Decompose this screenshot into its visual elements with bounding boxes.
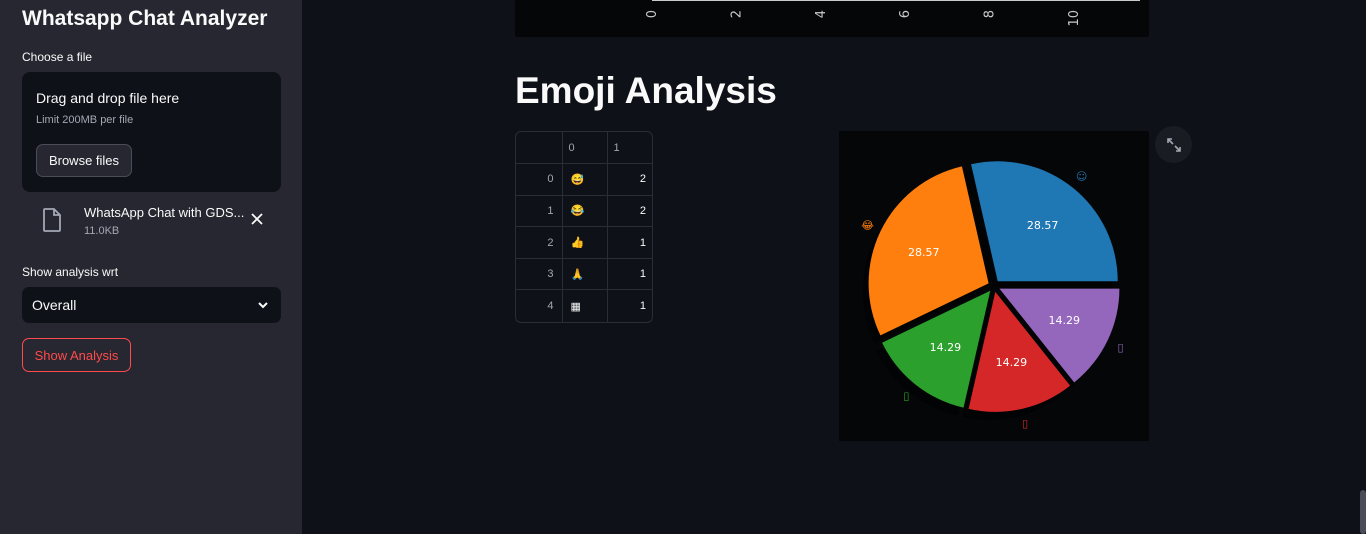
slice-value-label: 28.57: [1027, 219, 1059, 232]
emoji-cell: 👍: [562, 226, 608, 259]
x-tick-label: 4: [814, 10, 829, 18]
uploaded-file: WhatsApp Chat with GDS... 11.0KB: [22, 200, 281, 244]
slice-category-label: ▯: [1117, 341, 1123, 354]
previous-chart: 0 2 4 6 8 10: [515, 0, 1149, 37]
file-dropzone[interactable]: Drag and drop file here Limit 200MB per …: [22, 72, 281, 192]
analysis-select[interactable]: Overall: [22, 287, 281, 323]
x-tick-label: 0: [645, 10, 660, 18]
emoji-pie-chart: 28.57 ☺ 28.57 😂 14.29 ▯ 14.29 ▯ 14.29 ▯: [839, 131, 1149, 441]
count-cell: 2: [607, 163, 652, 196]
slice-category-label: ▯: [1022, 417, 1028, 430]
table-row: 3 🙏 1: [516, 258, 652, 291]
app-title: Whatsapp Chat Analyzer: [22, 7, 268, 30]
sidebar: Whatsapp Chat Analyzer Choose a file Dra…: [0, 0, 302, 534]
table-header-row: 0 1: [516, 132, 652, 165]
x-tick-label: 6: [898, 10, 913, 18]
slice-value-label: 28.57: [908, 246, 940, 259]
row-index: 3: [516, 258, 563, 291]
slice-category-label: ☺: [1076, 170, 1087, 183]
file-uploader-label: Choose a file: [22, 50, 93, 64]
table-header: [516, 132, 563, 165]
previous-chart-svg: 0 2 4 6 8 10: [645, 0, 1140, 27]
slice-value-label: 14.29: [996, 356, 1028, 369]
slice-value-label: 14.29: [1049, 314, 1081, 327]
scrollbar[interactable]: [1360, 490, 1366, 534]
row-index: 0: [516, 163, 563, 196]
slice-value-label: 14.29: [930, 341, 962, 354]
row-index: 2: [516, 226, 563, 259]
show-analysis-button[interactable]: Show Analysis: [22, 338, 131, 372]
analysis-select-label: Show analysis wrt: [22, 265, 119, 279]
select-value: Overall: [32, 297, 77, 313]
pie-svg: 28.57 ☺ 28.57 😂 14.29 ▯ 14.29 ▯ 14.29 ▯: [861, 161, 1124, 430]
x-tick-label: 8: [983, 10, 998, 18]
table-row: 0 😅 2: [516, 163, 652, 196]
dropzone-title: Drag and drop file here: [36, 90, 180, 106]
count-cell: 1: [607, 258, 652, 291]
browse-files-button[interactable]: Browse files: [36, 144, 132, 177]
table-row: 1 😂 2: [516, 195, 652, 228]
count-cell: 1: [639, 300, 646, 313]
row-index: 4: [516, 289, 563, 322]
page-title: Emoji Analysis: [515, 70, 777, 111]
chevron-down-icon: [257, 298, 269, 316]
file-name: WhatsApp Chat with GDS...: [84, 205, 245, 220]
file-icon: [42, 208, 62, 237]
x-tick-label: 10: [1067, 10, 1082, 27]
emoji-cell: 🙏: [562, 258, 608, 291]
slice-category-label: ▯: [903, 390, 909, 403]
table-header: 1: [607, 132, 652, 165]
slice-category-label: 😂: [861, 219, 874, 232]
table-row: 4 ▦ 1: [516, 289, 652, 322]
row-index: 1: [516, 195, 563, 228]
table-row: 2 👍 1: [516, 226, 652, 259]
table-header: 0: [562, 132, 608, 165]
emoji-cell: 😅: [562, 163, 608, 196]
dropzone-limit: Limit 200MB per file: [36, 114, 134, 126]
emoji-cell: 😂: [562, 195, 608, 228]
count-cell: 2: [607, 195, 652, 228]
count-cell: 1: [607, 226, 652, 259]
x-tick-label: 2: [729, 10, 744, 18]
emoji-cell: ▦: [562, 289, 608, 322]
emoji-dataframe[interactable]: 0 1 0 😅 2 1 😂 2 2 👍 1 3 🙏 1 4 ▦ 1: [515, 131, 653, 323]
close-icon[interactable]: [248, 210, 266, 228]
file-size: 11.0KB: [84, 225, 120, 237]
fullscreen-icon[interactable]: [1155, 126, 1192, 163]
